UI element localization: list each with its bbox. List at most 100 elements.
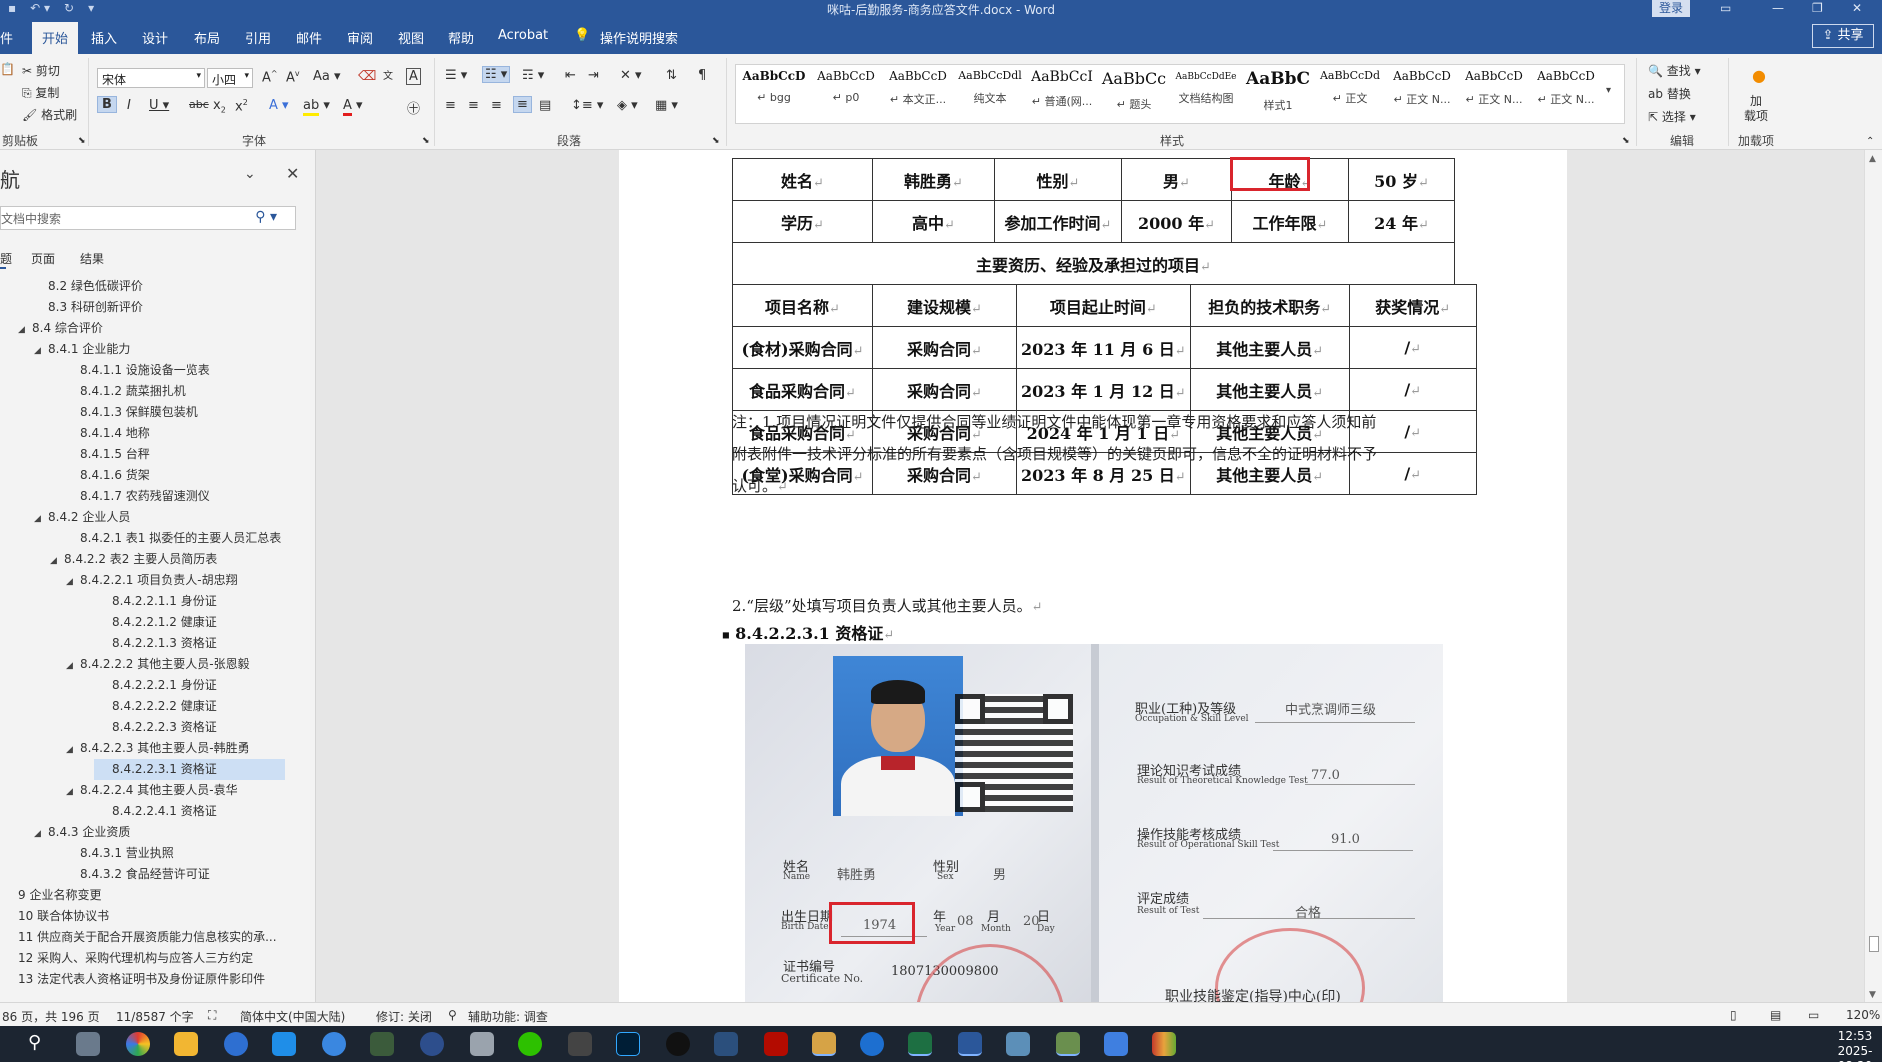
table-header-cell[interactable]: 获奖情况↵ (1348, 284, 1477, 327)
table-cell[interactable]: 姓名↵ (732, 158, 873, 201)
expand-triangle-icon[interactable]: ◢ (34, 824, 48, 845)
bullets-icon[interactable]: ☰ ▾ (445, 68, 467, 83)
table-cell[interactable]: 50 岁↵ (1348, 158, 1455, 201)
nav-heading-item[interactable]: 8.4.1.7 农药残留速测仪 (0, 486, 210, 507)
cut-button[interactable]: ✂ 剪切 (22, 62, 60, 79)
change-case-button[interactable]: Aa ▾ (313, 69, 341, 84)
align-center-icon[interactable]: ≡ (468, 98, 479, 113)
format-painter-button[interactable]: 🖌 格式刷 (22, 106, 77, 123)
shrink-font-icon[interactable]: Av (286, 69, 300, 85)
style-tile[interactable]: AaBbCcD ↵ 正文 N... (1458, 69, 1530, 119)
heading-cert[interactable]: ■ 8.4.2.2.3.1 资格证↵ (722, 620, 894, 644)
photoshop-icon[interactable] (616, 1032, 640, 1056)
grow-font-icon[interactable]: A^ (262, 69, 278, 85)
nav-heading-item[interactable]: 8.4.2.2.3.1 资格证 (94, 759, 285, 780)
show-formatting-icon[interactable]: ¶ (698, 68, 706, 83)
app-icon[interactable] (420, 1032, 444, 1056)
table-section-header[interactable]: 主要资历、经验及承担过的项目↵ (732, 242, 1455, 285)
paste-icon[interactable]: 📋 (0, 62, 15, 76)
tab-design[interactable]: 设计 (142, 28, 168, 47)
scroll-thumb[interactable] (1869, 936, 1879, 952)
gallery-more-icon[interactable]: ▾ (1606, 85, 1611, 96)
acrobat-icon[interactable] (764, 1032, 788, 1056)
word-icon[interactable] (958, 1032, 982, 1056)
print-layout-icon[interactable]: ▤ (1770, 1008, 1781, 1022)
style-tile[interactable]: AaBbCc ↵ 题头 (1098, 69, 1170, 119)
table-cell[interactable]: (食材)采购合同↵ (732, 326, 873, 369)
font-name-combo[interactable]: 宋体 ▾ (97, 68, 205, 88)
table-cell[interactable]: 韩胜勇↵ (872, 158, 995, 201)
align-left-icon[interactable]: ≡ (445, 98, 456, 113)
system-clock[interactable]: 12:53 2025-08-20 (1828, 1029, 1882, 1062)
accessibility-icon[interactable]: ⚲ (448, 1008, 457, 1022)
tell-me-search[interactable]: 操作说明搜索 (600, 28, 678, 47)
tab-layout[interactable]: 布局 (194, 28, 220, 47)
page-count[interactable]: 86 页，共 196 页 (2, 1008, 100, 1025)
nav-heading-item[interactable]: ◢ 8.4.2.2.1 项目负责人-胡忠翔 (0, 570, 238, 591)
sort-icon[interactable]: ⇅ (666, 68, 677, 83)
nav-heading-item[interactable]: 12 采购人、采购代理机构与应答人三方约定 (0, 948, 253, 969)
nav-heading-item[interactable]: 11 供应商关于配合开展资质能力信息核实的承... (0, 927, 277, 948)
shading-icon[interactable]: ◈ ▾ (617, 98, 638, 113)
underline-icon[interactable]: U ▾ (149, 98, 169, 113)
tab-acrobat[interactable]: Acrobat (498, 28, 548, 43)
scroll-up-icon[interactable]: ▲ (1869, 154, 1876, 164)
nav-heading-item[interactable]: 9 企业名称变更 (0, 885, 101, 906)
wechat-icon[interactable] (518, 1032, 542, 1056)
qq-icon[interactable] (666, 1032, 690, 1056)
font-size-combo[interactable]: 小四 ▾ (207, 68, 253, 88)
browser-icon[interactable] (126, 1032, 150, 1056)
superscript-icon[interactable]: x2 (235, 98, 248, 114)
clear-formatting-icon[interactable]: ⌫ (358, 69, 376, 84)
select-button[interactable]: ⇱ 选择 ▾ (1648, 108, 1696, 125)
style-tile[interactable]: AaBbCcDdEe 文档结构图 (1170, 69, 1242, 119)
font-color-icon[interactable]: A ▾ (343, 98, 363, 116)
nav-heading-item[interactable]: 8.4.2.2.2.3 资格证 (0, 717, 217, 738)
table-cell[interactable]: 性别↵ (994, 158, 1122, 201)
nav-heading-item[interactable]: ◢ 8.4.2.2 表2 主要人员简历表 (0, 549, 217, 570)
restore-icon[interactable]: ❐ (1812, 1, 1823, 15)
style-tile[interactable]: AaBbC 样式1 (1242, 69, 1314, 119)
app-icon[interactable] (470, 1032, 494, 1056)
decrease-indent-icon[interactable]: ⇤ (565, 68, 576, 83)
app-icon[interactable] (568, 1032, 592, 1056)
table-cell[interactable]: 2023 年 11 月 6 日↵ (1016, 326, 1191, 369)
app-icon[interactable] (272, 1032, 296, 1056)
nav-heading-item[interactable]: ◢ 8.4.2.2.2 其他主要人员-张恩毅 (0, 654, 250, 675)
nav-heading-item[interactable]: 8.4.2.2.1.3 资格证 (0, 633, 217, 654)
strikethrough-icon[interactable]: abc (189, 98, 209, 111)
nav-heading-item[interactable]: ◢ 8.4.2.2.3 其他主要人员-韩胜勇 (0, 738, 250, 759)
minimize-icon[interactable]: — (1772, 1, 1784, 15)
nav-heading-item[interactable]: 8.4.2.1 表1 拟委任的主要人员汇总表 (0, 528, 281, 549)
justify-icon[interactable]: ≡ (513, 96, 532, 113)
search-icon[interactable]: ⚲ (28, 1032, 41, 1053)
table-cell[interactable]: 食品采购合同↵ (732, 368, 873, 411)
tab-references[interactable]: 引用 (245, 28, 271, 47)
load-addins-button[interactable]: 加 载项 (1744, 94, 1768, 124)
nav-heading-item[interactable]: 8.4.1.1 设施设备一览表 (0, 360, 210, 381)
app-icon[interactable] (714, 1032, 738, 1056)
tab-headings[interactable]: 题 (0, 250, 12, 267)
track-changes-status[interactable]: 修订: 关闭 (376, 1008, 432, 1025)
close-icon[interactable]: ✕ (286, 164, 299, 183)
ribbon-display-icon[interactable]: ▭ (1720, 1, 1731, 15)
nav-heading-item[interactable]: 10 联合体协议书 (0, 906, 109, 927)
excel-icon[interactable] (908, 1032, 932, 1056)
tab-mailings[interactable]: 邮件 (296, 28, 322, 47)
nav-heading-item[interactable]: 13 法定代表人资格证明书及身份证原件影印件 (0, 969, 265, 990)
nav-heading-item[interactable]: ◢ 8.4.1 企业能力 (0, 339, 130, 360)
style-tile[interactable]: AaBbCcDdl 纯文本 (954, 69, 1026, 119)
find-button[interactable]: 🔍 查找 ▾ (1648, 62, 1701, 79)
nav-heading-item[interactable]: 8.4.2.2.2.2 健康证 (0, 696, 217, 717)
share-button[interactable]: ⇪ 共享 (1812, 24, 1874, 48)
borders-icon[interactable]: ▦ ▾ (655, 98, 678, 113)
app-icon[interactable] (370, 1032, 394, 1056)
subscript-icon[interactable]: x2 (213, 98, 226, 115)
tab-view[interactable]: 视图 (398, 28, 424, 47)
vertical-scrollbar[interactable]: ▲ ▼ (1864, 150, 1882, 1002)
nav-heading-item[interactable]: 8.4.2.2.1.1 身份证 (0, 591, 217, 612)
character-border-icon[interactable]: A (406, 68, 421, 85)
addins-icon[interactable]: ● (1752, 66, 1766, 85)
styles-launcher-icon[interactable]: ⬊ (1622, 136, 1630, 146)
tab-review[interactable]: 审阅 (347, 28, 373, 47)
